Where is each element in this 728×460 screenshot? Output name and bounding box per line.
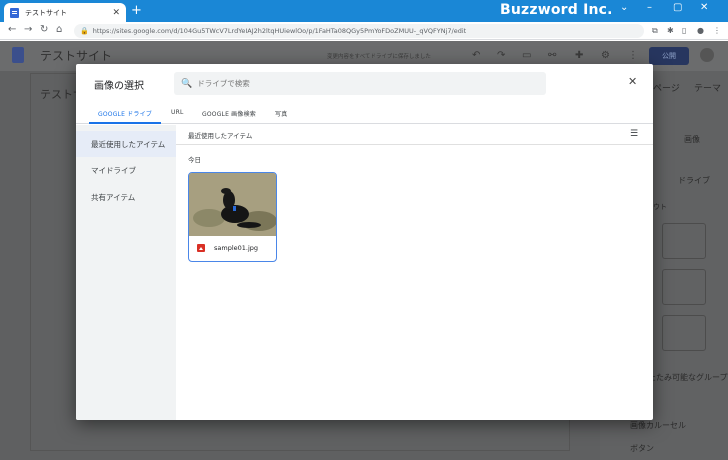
section-header: 最近使用したアイテム — [188, 132, 253, 140]
goat-photo-icon — [189, 173, 276, 236]
avatar — [700, 48, 714, 62]
settings-gear-icon: ⚙ — [601, 50, 610, 61]
preview-icon: ▭ — [522, 50, 532, 61]
file-browser: 最近使用したアイテム ☰ 今日 sample01.jpg — [176, 125, 653, 420]
profile-icon[interactable]: ● — [697, 26, 704, 35]
button-label: ボタン — [630, 444, 654, 453]
more-icon: ⋮ — [628, 50, 638, 61]
new-tab-button[interactable]: + — [131, 4, 142, 18]
collapsible-group-label: たたみ可能なグループ — [648, 373, 728, 382]
tab-url[interactable]: URL — [171, 109, 184, 116]
active-tab-indicator — [89, 122, 161, 124]
redo-icon: ↷ — [497, 50, 506, 61]
close-icon[interactable]: ✕ — [628, 75, 637, 88]
maximize-button[interactable]: ▢ — [673, 2, 682, 13]
tab-search-icon[interactable]: ⌄ — [620, 2, 628, 13]
tab-google-image-search[interactable]: GOOGLE 画像検索 — [202, 109, 256, 118]
link-icon: ⚯ — [548, 50, 557, 61]
browser-tab[interactable]: テストサイト ✕ — [4, 3, 126, 22]
dialog-header: 画像の選択 🔍 ✕ — [76, 64, 653, 102]
carousel-label: 画像カルーセル — [630, 421, 686, 430]
insert-image-label: 画像 — [684, 135, 700, 144]
puzzle-icon[interactable]: ✱ — [667, 26, 674, 35]
share-icon: ✚ — [575, 50, 584, 61]
layout-thumbnail — [662, 315, 706, 351]
drive-search-input[interactable] — [197, 79, 528, 88]
sidebar-item-label: マイドライブ — [91, 165, 136, 175]
file-name-row: sample01.jpg — [197, 244, 258, 252]
image-file-icon — [197, 244, 205, 252]
date-group-label: 今日 — [188, 156, 201, 164]
sidebar-item-shared[interactable]: 共有アイテム — [76, 184, 176, 210]
save-status: 変更内容をすべてドライブに保存しました — [327, 54, 431, 60]
layout-thumbnail — [662, 223, 706, 259]
url-text: https://sites.google.com/d/104Gu5TWcV7Lr… — [92, 27, 467, 35]
brand-watermark: Buzzword Inc. — [500, 2, 613, 18]
forward-icon[interactable]: → — [24, 24, 32, 35]
drive-sidebar: 最近使用したアイテム マイドライブ 共有アイテム — [76, 125, 176, 420]
sidebar-item-my-drive[interactable]: マイドライブ — [76, 157, 176, 183]
divider — [176, 144, 653, 145]
drive-search-box[interactable]: 🔍 — [174, 72, 546, 95]
layout-thumbnail — [662, 269, 706, 305]
back-icon[interactable]: ← — [8, 24, 16, 35]
list-view-icon[interactable]: ☰ — [630, 129, 638, 139]
sidebar-item-label: 最近使用したアイテム — [91, 139, 166, 149]
reload-icon[interactable]: ↻ — [40, 24, 48, 35]
site-title: テストサイト — [40, 49, 113, 63]
undo-icon: ↶ — [472, 50, 481, 61]
sites-logo-icon — [12, 47, 24, 63]
sidebar-item-label: 共有アイテム — [91, 192, 136, 202]
url-field[interactable]: 🔒 https://sites.google.com/d/104Gu5TWcV7… — [74, 24, 644, 38]
sidebar-item-recent[interactable]: 最近使用したアイテム — [76, 131, 176, 157]
minimize-button[interactable]: – — [647, 2, 652, 13]
address-bar: ← → ↻ ⌂ 🔒 https://sites.google.com/d/104… — [0, 22, 728, 40]
insert-drive-label: ドライブ — [678, 176, 710, 185]
tab-photos[interactable]: 写真 — [275, 109, 287, 118]
sites-favicon-icon — [10, 7, 19, 18]
close-window-button[interactable]: ✕ — [700, 2, 708, 13]
extension-icon[interactable]: ⧉ — [652, 26, 658, 36]
browser-tab-strip: テストサイト ✕ + Buzzword Inc. ⌄ – ▢ ✕ — [0, 0, 728, 22]
image-thumbnail — [189, 173, 276, 236]
image-picker-dialog: 画像の選択 🔍 ✕ GOOGLE ドライブ URL GOOGLE 画像検索 写真… — [76, 64, 653, 420]
lock-icon: 🔒 — [80, 27, 89, 35]
panel-tab-themes: テーマ — [694, 84, 722, 94]
layouts-label: ウト — [653, 203, 667, 211]
browser-tab-title: テストサイト — [25, 8, 67, 17]
publish-button: 公開 — [649, 47, 689, 65]
publish-label: 公開 — [662, 52, 676, 60]
file-name: sample01.jpg — [214, 244, 259, 252]
panel-tab-pages: ページ — [653, 84, 680, 94]
sidebar-icon[interactable]: ▯ — [682, 26, 686, 35]
home-icon[interactable]: ⌂ — [56, 24, 62, 35]
close-tab-icon[interactable]: ✕ — [112, 8, 120, 18]
source-tabs: GOOGLE ドライブ URL GOOGLE 画像検索 写真 — [76, 102, 653, 124]
dialog-title: 画像の選択 — [94, 81, 144, 92]
tab-google-drive[interactable]: GOOGLE ドライブ — [98, 109, 152, 118]
file-card[interactable]: sample01.jpg — [188, 172, 277, 262]
search-icon: 🔍 — [181, 78, 193, 89]
menu-icon[interactable]: ⋮ — [713, 26, 721, 35]
